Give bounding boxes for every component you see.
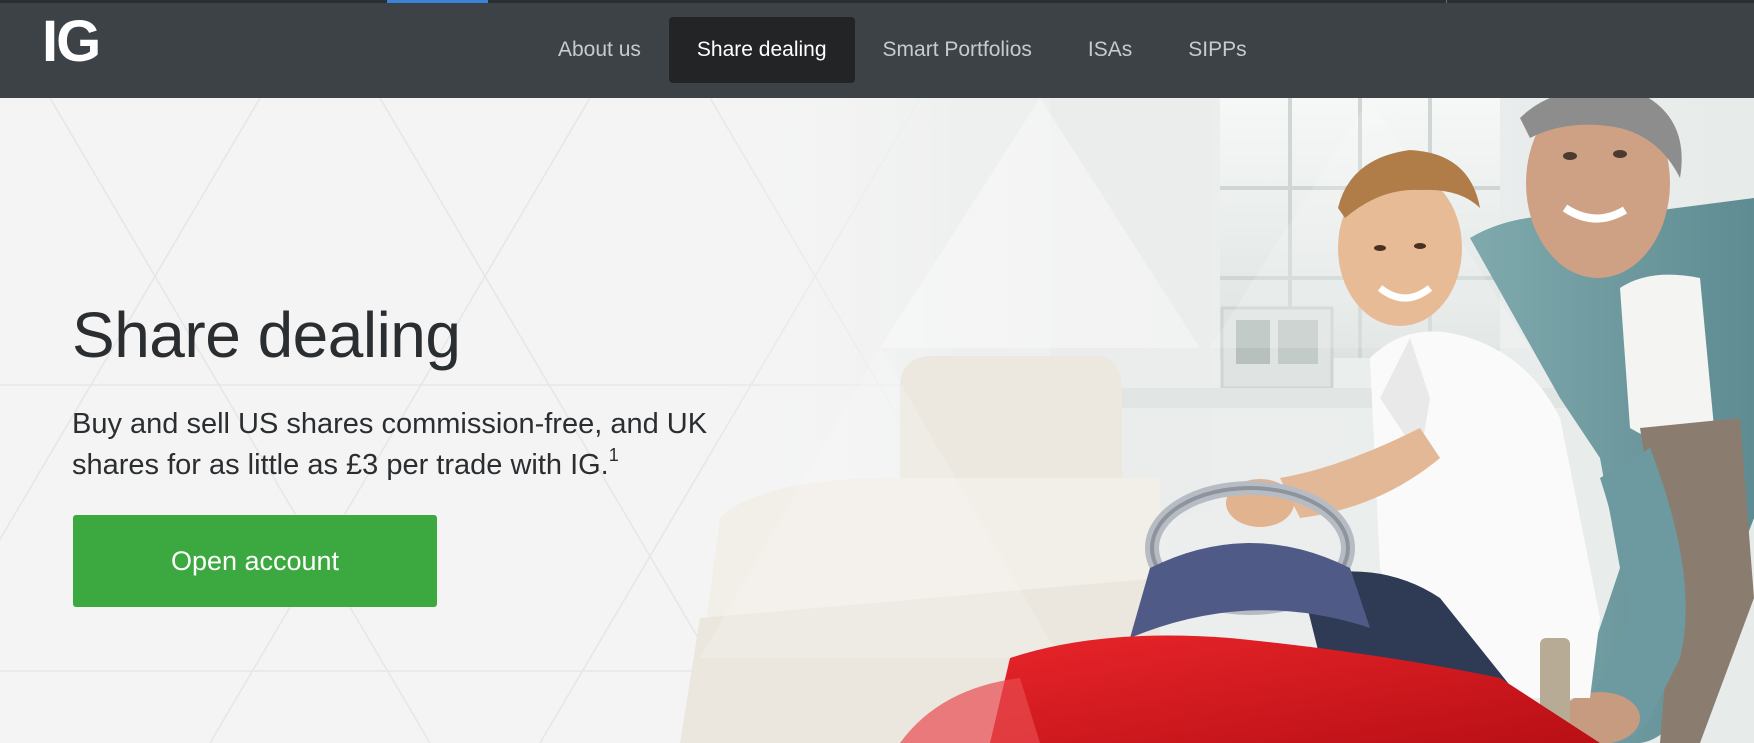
open-account-button[interactable]: Open account — [73, 515, 437, 607]
top-edge-strip — [0, 0, 1754, 3]
top-accent-indicator — [387, 0, 488, 3]
page-title: Share dealing — [72, 299, 461, 371]
top-navigation: IG About us Share dealing Smart Portfoli… — [0, 0, 1754, 98]
nav-isas[interactable]: ISAs — [1060, 17, 1160, 83]
main-nav: About us Share dealing Smart Portfolios … — [530, 17, 1275, 83]
nav-smart-portfolios[interactable]: Smart Portfolios — [855, 17, 1060, 83]
ig-logo[interactable]: IG — [42, 13, 108, 71]
nav-share-dealing[interactable]: Share dealing — [668, 17, 855, 83]
top-divider — [1446, 0, 1447, 3]
nav-sipps[interactable]: SIPPs — [1160, 17, 1274, 83]
footnote-marker[interactable]: 1 — [609, 445, 619, 465]
nav-about-us[interactable]: About us — [530, 17, 669, 83]
hero-description: Buy and sell US shares commission-free, … — [72, 404, 772, 486]
hero-section: Share dealing Buy and sell US shares com… — [0, 98, 1754, 743]
